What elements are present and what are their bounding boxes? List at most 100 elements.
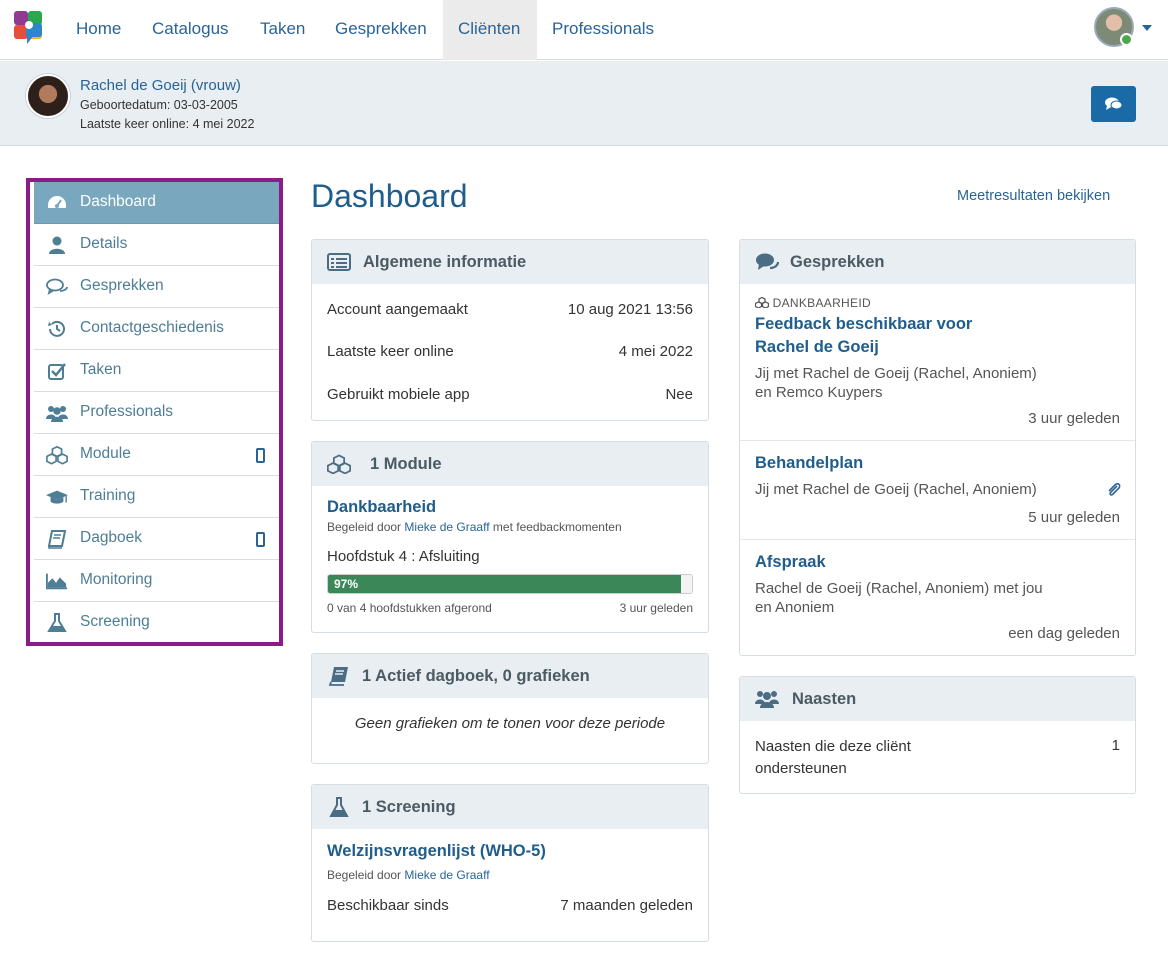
conversation-participants: Rachel de Goeij (Rachel, Anoniem) met jo… bbox=[755, 580, 1043, 597]
naasten-count: 1 bbox=[1111, 737, 1120, 754]
sidebar-item-label: Gesprekken bbox=[80, 277, 164, 294]
client-birthdate: Geboortedatum: 03-03-2005 bbox=[80, 98, 238, 112]
sidebar-item-label: Professionals bbox=[80, 403, 174, 420]
nav-clienten[interactable]: Cliënten bbox=[443, 0, 537, 60]
info-panel: Algemene informatie Account aangemaakt 1… bbox=[311, 239, 709, 421]
paperclip-icon bbox=[1108, 482, 1121, 496]
divider bbox=[740, 440, 1135, 441]
panel-title: 1 Actief dagboek, 0 grafieken bbox=[362, 667, 590, 685]
screening-link[interactable]: Welzijnsvragenlijst (WHO-5) bbox=[327, 842, 546, 861]
sidebar-item-dashboard[interactable]: Dashboard bbox=[34, 182, 279, 224]
sidebar-item-label: Screening bbox=[80, 613, 150, 630]
eye-icon bbox=[1120, 33, 1133, 46]
conversation-participants: Jij met Rachel de Goeij (Rachel, Anoniem… bbox=[755, 481, 1037, 498]
info-row-value: 10 aug 2021 13:56 bbox=[567, 301, 693, 318]
guided-prefix: Begeleid door bbox=[327, 520, 402, 534]
sidebar-item-label: Details bbox=[80, 235, 128, 252]
users-icon bbox=[46, 406, 68, 422]
sidebar-item-monitoring[interactable]: Monitoring bbox=[34, 560, 279, 602]
progress-label: 97% bbox=[334, 577, 359, 591]
nav-taken[interactable]: Taken bbox=[245, 0, 320, 60]
diary-panel: 1 Actief dagboek, 0 grafieken Geen grafi… bbox=[311, 653, 709, 764]
guided-prefix: Begeleid door bbox=[327, 868, 402, 882]
module-guided-by: Begeleid door Mieke de Graaff met feedba… bbox=[327, 520, 622, 534]
conversation-time: 5 uur geleden bbox=[1028, 509, 1120, 526]
sidebar-item-label: Training bbox=[80, 487, 136, 504]
module-chapters-done: 0 van 4 hoofdstukken afgerond bbox=[327, 601, 492, 615]
conversations-panel: Gesprekken DANKBAARHEID Feedback beschik… bbox=[739, 239, 1136, 656]
nav-catalogus[interactable]: Catalogus bbox=[137, 0, 244, 60]
conversation-title[interactable]: Rachel de Goeij bbox=[755, 336, 879, 359]
nav-home[interactable]: Home bbox=[61, 0, 136, 60]
sidebar-item-label: Dashboard bbox=[80, 193, 156, 210]
screening-available-label: Beschikbaar sinds bbox=[327, 897, 449, 914]
sidebar-item-professionals[interactable]: Professionals bbox=[34, 392, 279, 434]
sidebar-item-screening[interactable]: Screening bbox=[34, 602, 279, 644]
conversation-participants: en Remco Kuypers bbox=[755, 384, 883, 401]
screening-available-value: 7 maanden geleden bbox=[560, 897, 693, 914]
graduation-cap-icon bbox=[46, 490, 68, 504]
module-progress-bar: 97% bbox=[327, 574, 693, 594]
area-chart-icon bbox=[46, 573, 68, 590]
client-avatar bbox=[26, 74, 70, 118]
module-time: 3 uur geleden bbox=[619, 601, 693, 615]
professional-link[interactable]: Mieke de Graaff bbox=[404, 868, 489, 882]
module-panel: 1 Module Dankbaarheid Begeleid door Miek… bbox=[311, 441, 709, 633]
conversation-title[interactable]: Afspraak bbox=[755, 551, 826, 574]
conversation-title[interactable]: Feedback beschikbaar voor bbox=[755, 313, 972, 336]
top-navigation: Home Catalogus Taken Gesprekken Cliënten… bbox=[0, 0, 1168, 60]
meetresultaten-link[interactable]: Meetresultaten bekijken bbox=[957, 188, 1110, 204]
panel-title: Algemene informatie bbox=[363, 253, 527, 271]
flask-icon bbox=[47, 613, 67, 632]
sidebar-item-label: Monitoring bbox=[80, 571, 153, 588]
panel-title: Naasten bbox=[792, 690, 857, 708]
sidebar-item-module[interactable]: Module bbox=[34, 434, 279, 476]
sidebar-item-gesprekken[interactable]: Gesprekken bbox=[34, 266, 279, 308]
users-icon bbox=[755, 691, 779, 708]
comments-icon bbox=[756, 253, 779, 270]
client-header: Rachel de Goeij (vrouw) Geboortedatum: 0… bbox=[0, 61, 1168, 146]
panel-title: 1 Screening bbox=[362, 798, 456, 816]
progress-fill bbox=[328, 575, 682, 593]
conversation-title[interactable]: Behandelplan bbox=[755, 452, 863, 475]
screening-panel: 1 Screening Welzijnsvragenlijst (WHO-5) … bbox=[311, 784, 709, 942]
conversation-time: 3 uur geleden bbox=[1028, 410, 1120, 427]
panel-header: Algemene informatie bbox=[312, 240, 708, 284]
chat-button[interactable] bbox=[1091, 86, 1136, 122]
dashboard-icon bbox=[48, 196, 66, 208]
naasten-label: Naasten die deze cliënt bbox=[755, 738, 911, 755]
info-row-label: Account aangemaakt bbox=[327, 301, 468, 318]
checkbox-icon bbox=[48, 363, 66, 380]
nav-professionals[interactable]: Professionals bbox=[537, 0, 669, 60]
guided-suffix: met feedbackmomenten bbox=[492, 520, 622, 534]
sidebar-item-training[interactable]: Training bbox=[34, 476, 279, 518]
list-alt-icon bbox=[327, 253, 351, 271]
book-icon bbox=[47, 530, 67, 549]
user-menu[interactable] bbox=[1094, 7, 1154, 47]
conversation-participants: Jij met Rachel de Goeij (Rachel, Anoniem… bbox=[755, 365, 1037, 382]
professional-link[interactable]: Mieke de Graaff bbox=[404, 520, 489, 534]
info-row-label: Gebruikt mobiele app bbox=[327, 386, 470, 403]
conversation-tag-text: DANKBAARHEID bbox=[772, 296, 871, 310]
nav-gesprekken[interactable]: Gesprekken bbox=[320, 0, 442, 60]
module-chapter: Hoofdstuk 4 : Afsluiting bbox=[327, 548, 480, 565]
client-sidebar: Dashboard Details Gesprekken Contactgesc… bbox=[26, 178, 283, 646]
panel-header: 1 Module bbox=[312, 442, 708, 486]
sidebar-item-label: Taken bbox=[80, 361, 122, 378]
sidebar-item-dagboek[interactable]: Dagboek bbox=[34, 518, 279, 560]
app-logo-icon[interactable] bbox=[14, 11, 44, 45]
naasten-label: ondersteunen bbox=[755, 760, 847, 777]
screening-guided-by: Begeleid door Mieke de Graaff bbox=[327, 868, 490, 882]
history-icon bbox=[48, 320, 65, 337]
client-name[interactable]: Rachel de Goeij (vrouw) bbox=[80, 77, 241, 94]
sidebar-item-contactgeschiedenis[interactable]: Contactgeschiedenis bbox=[34, 308, 279, 350]
conversation-time: een dag geleden bbox=[1008, 625, 1120, 642]
sidebar-item-taken[interactable]: Taken bbox=[34, 350, 279, 392]
divider bbox=[740, 539, 1135, 540]
caret-down-icon[interactable] bbox=[1142, 25, 1152, 31]
sidebar-item-details[interactable]: Details bbox=[34, 224, 279, 266]
comments-icon bbox=[1105, 97, 1122, 110]
module-link[interactable]: Dankbaarheid bbox=[327, 498, 436, 517]
cubes-icon bbox=[46, 445, 68, 465]
sidebar-item-label: Dagboek bbox=[80, 529, 143, 546]
